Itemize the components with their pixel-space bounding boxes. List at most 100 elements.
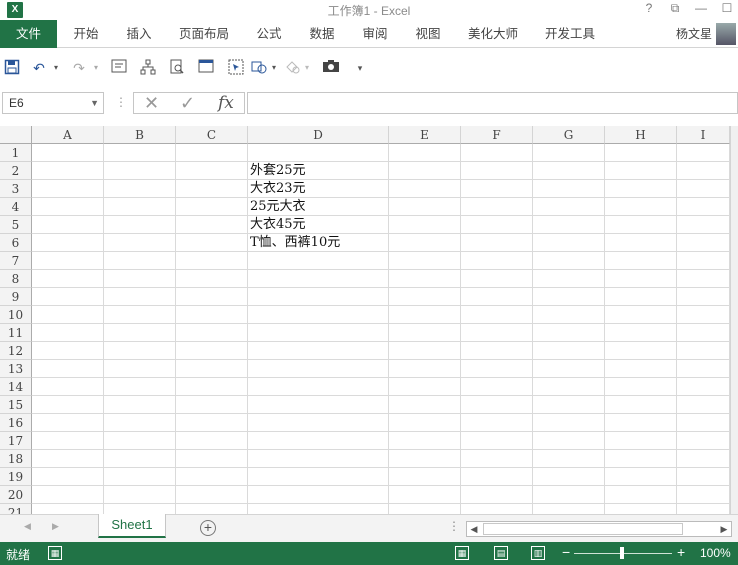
help-icon[interactable]: ? bbox=[642, 1, 656, 16]
enter-icon[interactable]: ✓ bbox=[180, 93, 195, 113]
avatar[interactable] bbox=[716, 23, 736, 45]
undo-icon[interactable]: ↶ bbox=[30, 59, 48, 77]
normal-view-icon[interactable]: ▦ bbox=[455, 546, 469, 560]
ribbon-display-icon[interactable]: ⧉ bbox=[668, 1, 682, 16]
row-gridline bbox=[32, 287, 730, 288]
tab-page-layout[interactable]: 页面布局 bbox=[172, 20, 236, 48]
row-header-3[interactable]: 3 bbox=[0, 180, 32, 198]
tab-data[interactable]: 数据 bbox=[302, 20, 342, 48]
status-text: 就绪 bbox=[6, 548, 31, 562]
row-gridline bbox=[32, 197, 730, 198]
sheet-tab-sheet1[interactable]: Sheet1 bbox=[98, 514, 166, 538]
zoom-in-button[interactable]: + bbox=[677, 544, 685, 560]
worksheet-grid[interactable]: ABCDEFGHI 1 2 3 4 5 6 7 8 9 10 11 12 13 14 15 16 17 18 19 2… bbox=[0, 126, 730, 514]
column-header-e[interactable]: E bbox=[389, 126, 461, 144]
scroll-right-icon[interactable]: ▶ bbox=[717, 522, 731, 536]
row-header-16[interactable]: 16 bbox=[0, 414, 32, 432]
row-header-17[interactable]: 17 bbox=[0, 432, 32, 450]
tab-view[interactable]: 视图 bbox=[408, 20, 448, 48]
prev-sheet-icon[interactable]: ◀ bbox=[24, 521, 31, 532]
row-header-11[interactable]: 11 bbox=[0, 324, 32, 342]
zoom-level[interactable]: 100% bbox=[700, 546, 731, 560]
maximize-icon[interactable]: ☐ bbox=[720, 1, 734, 16]
row-header-5[interactable]: 5 bbox=[0, 216, 32, 234]
cell-d4[interactable]: 25元大衣 bbox=[248, 198, 306, 216]
row-header-7[interactable]: 7 bbox=[0, 252, 32, 270]
cell-d5[interactable]: 大衣45元 bbox=[248, 216, 306, 234]
customize-icon[interactable]: ▾ bbox=[351, 59, 369, 77]
column-gridline bbox=[604, 144, 605, 514]
row-gridline bbox=[32, 467, 730, 468]
shapes2-dropdown-icon[interactable]: ▾ bbox=[298, 59, 316, 77]
org-chart-icon[interactable] bbox=[139, 59, 157, 77]
cell-d6[interactable]: T恤、西裤10元 bbox=[248, 234, 340, 252]
row-header-2[interactable]: 2 bbox=[0, 162, 32, 180]
next-sheet-icon[interactable]: ▶ bbox=[52, 521, 59, 532]
select-all-corner[interactable] bbox=[0, 126, 32, 144]
redo-dropdown-icon[interactable]: ▾ bbox=[87, 59, 105, 77]
tab-beautify-master[interactable]: 美化大师 bbox=[461, 20, 525, 48]
row-header-8[interactable]: 8 bbox=[0, 270, 32, 288]
tab-formulas[interactable]: 公式 bbox=[249, 20, 289, 48]
vertical-scrollbar[interactable] bbox=[730, 126, 738, 514]
row-header-9[interactable]: 9 bbox=[0, 288, 32, 306]
zoom-out-button[interactable]: − bbox=[562, 544, 570, 560]
formula-input[interactable] bbox=[247, 92, 738, 114]
column-header-c[interactable]: C bbox=[176, 126, 248, 144]
row-header-12[interactable]: 12 bbox=[0, 342, 32, 360]
name-box[interactable]: E6 ▼ bbox=[2, 92, 104, 114]
save-icon[interactable] bbox=[3, 59, 21, 77]
tab-review[interactable]: 审阅 bbox=[355, 20, 395, 48]
zoom-slider-thumb[interactable] bbox=[620, 547, 624, 559]
tab-developer[interactable]: 开发工具 bbox=[538, 20, 602, 48]
scroll-thumb[interactable] bbox=[483, 523, 683, 535]
tab-file[interactable]: 文件 bbox=[0, 20, 57, 48]
tab-insert[interactable]: 插入 bbox=[119, 20, 159, 48]
row-header-21[interactable]: 21 bbox=[0, 504, 32, 514]
print-preview-icon[interactable] bbox=[168, 59, 186, 77]
scroll-left-icon[interactable]: ◀ bbox=[467, 522, 481, 536]
page-break-view-icon[interactable]: ▥ bbox=[531, 546, 545, 560]
user-name[interactable]: 杨文星 bbox=[676, 20, 712, 48]
macro-record-icon[interactable]: ▦ bbox=[48, 546, 62, 560]
row-header-1[interactable]: 1 bbox=[0, 144, 32, 162]
row-gridline bbox=[32, 251, 730, 252]
row-header-13[interactable]: 13 bbox=[0, 360, 32, 378]
page-layout-view-icon[interactable]: ▤ bbox=[494, 546, 508, 560]
tab-home[interactable]: 开始 bbox=[66, 20, 106, 48]
shapes-dropdown-icon[interactable]: ▾ bbox=[265, 59, 283, 77]
column-gridline bbox=[175, 144, 176, 514]
column-header-i[interactable]: I bbox=[677, 126, 730, 144]
row-header-4[interactable]: 4 bbox=[0, 198, 32, 216]
add-sheet-button[interactable]: + bbox=[200, 520, 216, 536]
column-header-a[interactable]: A bbox=[32, 126, 104, 144]
column-header-b[interactable]: B bbox=[104, 126, 176, 144]
splitter-grip-icon[interactable]: ⋮ bbox=[448, 519, 460, 533]
cancel-icon[interactable]: ✕ bbox=[144, 93, 159, 113]
row-header-15[interactable]: 15 bbox=[0, 396, 32, 414]
redo-icon[interactable]: ↷ bbox=[70, 59, 88, 77]
horizontal-scrollbar[interactable]: ◀ ▶ bbox=[466, 521, 732, 537]
row-header-18[interactable]: 18 bbox=[0, 450, 32, 468]
column-header-h[interactable]: H bbox=[605, 126, 677, 144]
insert-function-icon[interactable]: fx bbox=[218, 93, 234, 113]
undo-dropdown-icon[interactable]: ▾ bbox=[47, 59, 65, 77]
chevron-down-icon[interactable]: ▼ bbox=[90, 93, 99, 113]
row-header-10[interactable]: 10 bbox=[0, 306, 32, 324]
row-header-6[interactable]: 6 bbox=[0, 234, 32, 252]
column-header-f[interactable]: F bbox=[461, 126, 533, 144]
minimize-icon[interactable]: — bbox=[694, 1, 708, 16]
cell-d2[interactable]: 外套25元 bbox=[248, 162, 306, 180]
row-header-20[interactable]: 20 bbox=[0, 486, 32, 504]
row-gridline bbox=[32, 233, 730, 234]
title-bar: X 工作簿1 - Excel ? ⧉ — ☐ bbox=[0, 0, 738, 20]
row-header-19[interactable]: 19 bbox=[0, 468, 32, 486]
select-icon[interactable] bbox=[227, 59, 245, 77]
form-icon[interactable] bbox=[197, 59, 215, 77]
camera-icon[interactable] bbox=[322, 59, 340, 77]
column-header-g[interactable]: G bbox=[533, 126, 605, 144]
textbox-icon[interactable] bbox=[110, 59, 128, 77]
cell-d3[interactable]: 大衣23元 bbox=[248, 180, 306, 198]
row-header-14[interactable]: 14 bbox=[0, 378, 32, 396]
column-header-d[interactable]: D bbox=[248, 126, 389, 144]
